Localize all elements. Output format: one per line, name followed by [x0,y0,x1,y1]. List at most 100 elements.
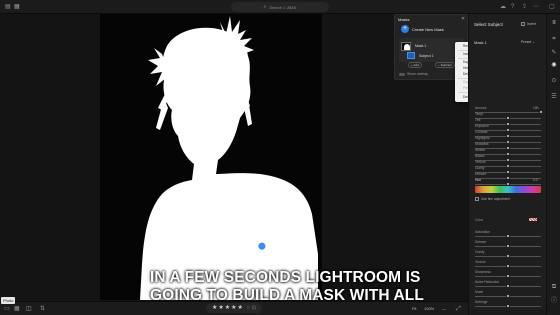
flag-icons[interactable]: ☆ ⊡ [246,305,256,311]
slider-knob[interactable] [506,304,510,308]
slider-label: Saturation [475,230,491,234]
mask-icon[interactable]: ◉ [547,62,560,69]
info-icon[interactable]: ⓘ [547,298,560,305]
versions-icon[interactable]: ⧉ [547,284,560,291]
presets-icon[interactable]: ☰ [547,94,560,101]
slider-label: Clarity [475,250,485,254]
slider-knob[interactable] [506,146,510,150]
slider-knob[interactable] [506,274,510,278]
slider-label: Defringe [475,300,488,304]
slider-knob[interactable] [506,122,510,126]
zoom-slider[interactable]: — [442,306,446,312]
subject-thumbnail[interactable] [407,52,415,59]
slider-label: Contrast [475,130,488,134]
help-icon[interactable]: ? [511,3,514,11]
slider-knob[interactable] [506,234,510,238]
slider-knob[interactable] [506,170,510,174]
overlay-toggle[interactable] [399,73,405,76]
fine-adjust-checkbox[interactable] [475,197,479,201]
subject-name[interactable]: Subject 1 [419,54,434,58]
slider-label: Highlights [475,136,490,140]
top-bar: ▤ ▦ ⌕ Search 1 JBAS ☁ ? ⇪ ⋯ ▢ [0,0,560,14]
color-swatch[interactable] [529,218,537,221]
slider-label: Noise Reduction [475,280,500,284]
panel-heading: Select Subject [474,22,503,27]
mask-label: Mask 1 [474,40,487,45]
slider-label: Hue [475,178,482,182]
subtract-button[interactable]: − Subtract [435,62,455,68]
panel-footer [469,310,547,315]
zoom-percent[interactable]: 100% [424,306,434,312]
tooltip: Photo [1,297,16,304]
create-mask-label[interactable]: Create New Mask [412,27,444,32]
bottom-bar: Photo ▭ ▦ ◫ ⇅ ★ ★ ★ ★ ★ ☆ ⊡ Fit 100% — ⤢ [0,297,468,315]
mask-thumbnail[interactable] [401,42,411,51]
sort-icon[interactable]: ⇅ [40,305,45,313]
slider-label: Amount [475,106,487,110]
slider-knob[interactable] [506,284,510,288]
share-icon[interactable]: ⇪ [522,3,527,11]
slider-value[interactable]: 100 [533,106,539,110]
slider-label: Texture [475,160,486,164]
invert-checkbox[interactable] [521,22,525,26]
subtitle-line-1: IN A FEW SECONDS LIGHTROOM IS [150,269,421,286]
edit-icon[interactable]: ≡ [547,20,560,27]
subject-mask-silhouette [140,16,318,300]
fullscreen-icon[interactable]: ⤢ [456,305,461,313]
slider-knob[interactable] [506,140,510,144]
redeye-icon[interactable]: ⊙ [547,78,560,85]
slider-knob[interactable] [506,176,510,180]
grid-icon[interactable]: ▦ [14,305,20,313]
slider-knob[interactable] [506,254,510,258]
search-input[interactable]: ⌕ Search 1 JBAS [231,2,329,12]
tool-strip: ≡ ⌗ ✎ ◉ ⊙ ☰ ⧉ ⓘ [546,14,560,315]
slider-knob[interactable] [506,264,510,268]
slider-knob[interactable] [506,134,510,138]
slider-label: Whites [475,148,486,152]
slider-knob[interactable] [506,158,510,162]
star-icon[interactable]: ★ [231,305,236,311]
star-rating[interactable]: ★ ★ ★ ★ ★ ☆ ⊡ [206,303,262,313]
slider-label: Dehaze [475,172,487,176]
window-icon[interactable]: ▢ [549,3,555,11]
slider-knob[interactable] [506,116,510,120]
close-icon[interactable]: ✕ [461,16,465,22]
masked-photo[interactable] [100,14,322,300]
slider-knob[interactable] [506,164,510,168]
star-icon[interactable]: ★ [238,305,243,311]
fine-adjust-label: Use fine adjustment [481,197,511,201]
zoom-fit[interactable]: Fit [412,306,416,312]
slider-value[interactable]: 0.0 [533,178,538,182]
cloud-icon[interactable]: ☁ [500,3,506,11]
slider-track[interactable] [475,112,541,113]
masks-title: Masks [398,17,410,22]
slider-knob[interactable] [506,244,510,248]
photo-view-icon[interactable]: ▭ [4,305,10,313]
add-button[interactable]: + Add [408,62,422,68]
compare-icon[interactable]: ◫ [26,305,32,313]
more-icon[interactable]: ⋯ [533,3,539,11]
color-label: Color [475,218,483,222]
slider-knob[interactable] [506,152,510,156]
crop-icon[interactable]: ⌗ [547,36,560,43]
slider-knob[interactable] [506,128,510,132]
slider-label: Temp [475,112,484,116]
star-icon[interactable]: ★ [218,305,223,311]
overlay-label: Show overlay [407,72,429,76]
slider-label: Clarity [475,166,485,170]
slider-label: Exposure [475,124,489,128]
preset-dropdown[interactable]: Preset ⌄ [521,40,535,44]
slider-knob[interactable] [506,294,510,298]
magnifier-icon: ⌕ [263,4,267,10]
grid-view-icon[interactable]: ▦ [14,3,20,11]
mask-pin-icon[interactable]: ⬤ [258,243,266,250]
slider-knob[interactable] [539,110,543,114]
create-mask-button[interactable]: + [401,25,409,33]
hue-spectrum[interactable] [475,186,541,193]
sidebar-toggle-icon[interactable]: ▤ [5,3,11,11]
invert-label[interactable]: Invert [527,22,536,26]
mask-name[interactable]: Mask 1 [415,44,426,48]
star-icon[interactable]: ★ [212,305,217,311]
star-icon[interactable]: ★ [225,305,230,311]
heal-icon[interactable]: ✎ [547,50,560,57]
